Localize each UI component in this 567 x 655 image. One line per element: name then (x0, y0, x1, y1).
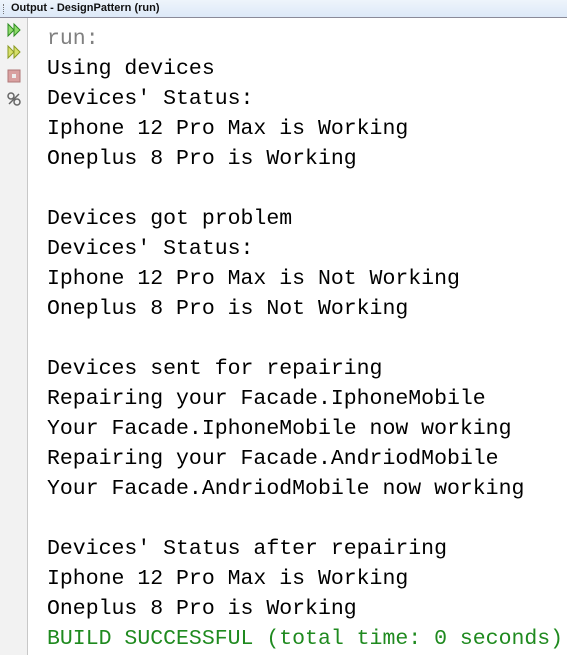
stop-icon[interactable] (6, 68, 22, 84)
settings-icon[interactable] (6, 91, 22, 107)
console-line: Iphone 12 Pro Max is Working (47, 117, 409, 141)
console-line: Devices' Status: (47, 237, 254, 261)
console-line: BUILD SUCCESSFUL (total time: 0 seconds) (47, 627, 564, 651)
console-line: Devices' Status: (47, 87, 254, 111)
console-line: Oneplus 8 Pro is Working (47, 147, 357, 171)
console-line: Iphone 12 Pro Max is Working (47, 567, 409, 591)
console-line: Your Facade.IphoneMobile now working (47, 417, 512, 441)
drag-grip-icon[interactable] (3, 4, 6, 14)
output-title-bar[interactable]: Output - DesignPattern (run) (0, 0, 567, 18)
console-line: run: (47, 27, 99, 51)
console-line: Your Facade.AndriodMobile now working (47, 477, 525, 501)
console-line: Oneplus 8 Pro is Working (47, 597, 357, 621)
console-line: Devices got problem (47, 207, 293, 231)
rerun-icon[interactable] (6, 22, 22, 38)
console-output[interactable]: run: Using devices Devices' Status: Iphone … (47, 24, 563, 654)
output-window-title: Output - DesignPattern (run) (11, 2, 160, 14)
rerun-with-options-icon[interactable] (6, 44, 22, 60)
console-line: Repairing your Facade.IphoneMobile (47, 387, 486, 411)
output-toolbar (0, 18, 28, 655)
console-line: Using devices (47, 57, 215, 81)
console-line: Devices' Status after repairing (47, 537, 447, 561)
console-line: Iphone 12 Pro Max is Not Working (47, 267, 460, 291)
console-line: Repairing your Facade.AndriodMobile (47, 447, 499, 471)
console-line: Devices sent for repairing (47, 357, 383, 381)
console-line: Oneplus 8 Pro is Not Working (47, 297, 409, 321)
